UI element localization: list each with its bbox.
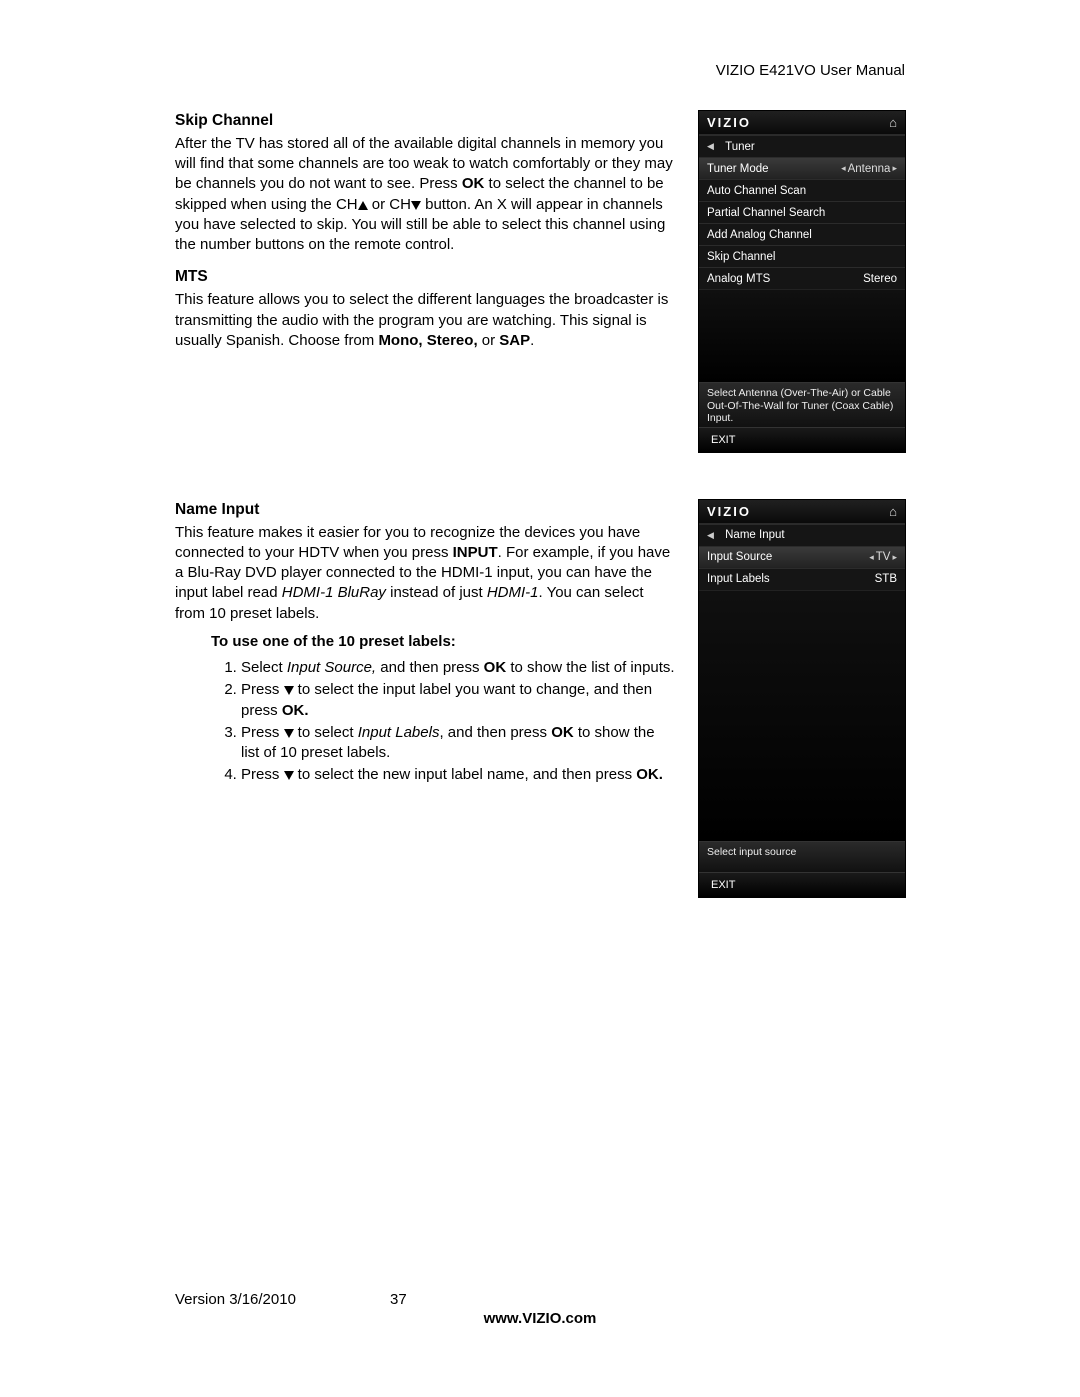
- text-bold: INPUT: [453, 544, 498, 561]
- section-name-input: Name Input This feature makes it easier …: [175, 500, 905, 928]
- row-label: Input Source: [707, 551, 772, 563]
- page-number: 37: [390, 1291, 407, 1308]
- mts-paragraph: This feature allows you to select the di…: [175, 290, 675, 351]
- back-arrow-icon: ◀: [707, 530, 714, 541]
- text: to select: [294, 724, 358, 741]
- row-value: STB: [875, 573, 897, 585]
- exit-bar[interactable]: EXIT: [699, 872, 905, 897]
- skip-channel-row[interactable]: Skip Channel: [699, 245, 905, 267]
- menu-column-2: VIZIO ⌂ ◀ Name Input Input Source ◂TV▸ I…: [699, 500, 905, 928]
- arrow-down-icon: [284, 686, 294, 695]
- text-bold: SAP: [499, 332, 530, 349]
- row-value: Stereo: [863, 273, 897, 285]
- preset-labels-subheading: To use one of the 10 preset labels:: [175, 632, 675, 652]
- skip-channel-heading: Skip Channel: [175, 111, 675, 132]
- text-ital: HDMI-1 BluRay: [282, 584, 386, 601]
- row-label: Analog MTS: [707, 273, 770, 285]
- step-2: Press to select the input label you want…: [241, 680, 675, 721]
- menu-topbar: VIZIO ⌂: [699, 500, 905, 524]
- analog-mts-row[interactable]: Analog MTS Stereo: [699, 267, 905, 289]
- section-skip-mts: Skip Channel After the TV has stored all…: [175, 111, 905, 482]
- menu-spacer: [699, 590, 905, 841]
- text: or CH: [368, 196, 411, 213]
- arrow-up-icon: [358, 201, 368, 210]
- row-label: Input Labels: [707, 573, 770, 585]
- menu-column-1: VIZIO ⌂ ◀ Tuner Tuner Mode ◂Antenna▸ Aut…: [699, 111, 905, 482]
- step-1: Select Input Source, and then press OK t…: [241, 658, 675, 678]
- add-analog-channel-row[interactable]: Add Analog Channel: [699, 223, 905, 245]
- right-arrow-icon: ▸: [892, 163, 897, 174]
- row-label: Add Analog Channel: [707, 229, 812, 241]
- home-icon[interactable]: ⌂: [889, 504, 897, 519]
- menu-hint: Select Antenna (Over-The-Air) or Cable O…: [699, 382, 905, 427]
- input-labels-row[interactable]: Input Labels STB: [699, 568, 905, 590]
- text: Press: [241, 681, 284, 698]
- left-arrow-icon: ◂: [869, 552, 874, 563]
- menu-topbar: VIZIO ⌂: [699, 111, 905, 135]
- text: to select the new input label name, and …: [294, 766, 637, 783]
- text-bold: OK.: [282, 702, 309, 719]
- text-bold: Mono, Stereo,: [378, 332, 477, 349]
- text: , and then press: [439, 724, 551, 741]
- row-label: Skip Channel: [707, 251, 775, 263]
- name-input-menu: VIZIO ⌂ ◀ Name Input Input Source ◂TV▸ I…: [699, 500, 905, 898]
- tuner-mode-row[interactable]: Tuner Mode ◂Antenna▸: [699, 157, 905, 179]
- breadcrumb-row[interactable]: ◀ Tuner: [699, 135, 905, 157]
- vizio-logo: VIZIO: [707, 504, 751, 519]
- text: .: [530, 332, 534, 349]
- header-title: VIZIO E421VO User Manual: [175, 62, 905, 79]
- menu-hint: Select input source: [699, 841, 905, 873]
- row-label: Partial Channel Search: [707, 207, 825, 219]
- breadcrumb-label: Name Input: [725, 529, 784, 541]
- footer-url: www.VIZIO.com: [175, 1310, 905, 1327]
- skip-channel-paragraph: After the TV has stored all of the avail…: [175, 134, 675, 256]
- arrow-down-icon: [284, 729, 294, 738]
- version-text: Version 3/16/2010: [175, 1291, 390, 1308]
- text-bold: OK: [551, 724, 574, 741]
- step-3: Press to select Input Labels, and then p…: [241, 723, 675, 764]
- text-bold: OK.: [636, 766, 663, 783]
- text-bold: OK: [484, 659, 507, 676]
- exit-bar[interactable]: EXIT: [699, 427, 905, 452]
- text: Select: [241, 659, 287, 676]
- menu-spacer: [699, 289, 905, 382]
- text-column-1: Skip Channel After the TV has stored all…: [175, 111, 699, 355]
- vizio-logo: VIZIO: [707, 115, 751, 130]
- tuner-menu: VIZIO ⌂ ◀ Tuner Tuner Mode ◂Antenna▸ Aut…: [699, 111, 905, 452]
- text-bold: OK: [462, 175, 485, 192]
- text-bold: To use one of the 10 preset labels:: [211, 633, 456, 650]
- back-arrow-icon: ◀: [707, 141, 714, 152]
- text: and then press: [376, 659, 484, 676]
- text-column-2: Name Input This feature makes it easier …: [175, 500, 699, 788]
- arrow-down-icon: [284, 771, 294, 780]
- name-input-paragraph: This feature makes it easier for you to …: [175, 523, 675, 624]
- steps-list: Select Input Source, and then press OK t…: [175, 658, 675, 786]
- text: or: [478, 332, 500, 349]
- step-4: Press to select the new input label name…: [241, 765, 675, 785]
- text-ital: Input Labels: [358, 724, 440, 741]
- breadcrumb-label: Tuner: [725, 141, 755, 153]
- arrow-down-icon: [411, 201, 421, 210]
- row-value: TV: [876, 551, 891, 563]
- left-arrow-icon: ◂: [841, 163, 846, 174]
- home-icon[interactable]: ⌂: [889, 115, 897, 130]
- name-input-heading: Name Input: [175, 500, 675, 521]
- auto-channel-scan-row[interactable]: Auto Channel Scan: [699, 179, 905, 201]
- page-footer: Version 3/16/2010 37 www.VIZIO.com: [175, 1291, 905, 1327]
- text: instead of just: [386, 584, 487, 601]
- text: to show the list of inputs.: [506, 659, 674, 676]
- mts-heading: MTS: [175, 267, 675, 288]
- partial-channel-search-row[interactable]: Partial Channel Search: [699, 201, 905, 223]
- text: Press: [241, 724, 284, 741]
- right-arrow-icon: ▸: [892, 552, 897, 563]
- input-source-row[interactable]: Input Source ◂TV▸: [699, 546, 905, 568]
- text-ital: HDMI-1: [487, 584, 539, 601]
- breadcrumb-row[interactable]: ◀ Name Input: [699, 524, 905, 546]
- text: Press: [241, 766, 284, 783]
- row-label: Auto Channel Scan: [707, 185, 806, 197]
- row-label: Tuner Mode: [707, 163, 769, 175]
- manual-page: VIZIO E421VO User Manual Skip Channel Af…: [0, 0, 1080, 1397]
- row-value: Antenna: [848, 163, 891, 175]
- text-ital: Input Source,: [287, 659, 376, 676]
